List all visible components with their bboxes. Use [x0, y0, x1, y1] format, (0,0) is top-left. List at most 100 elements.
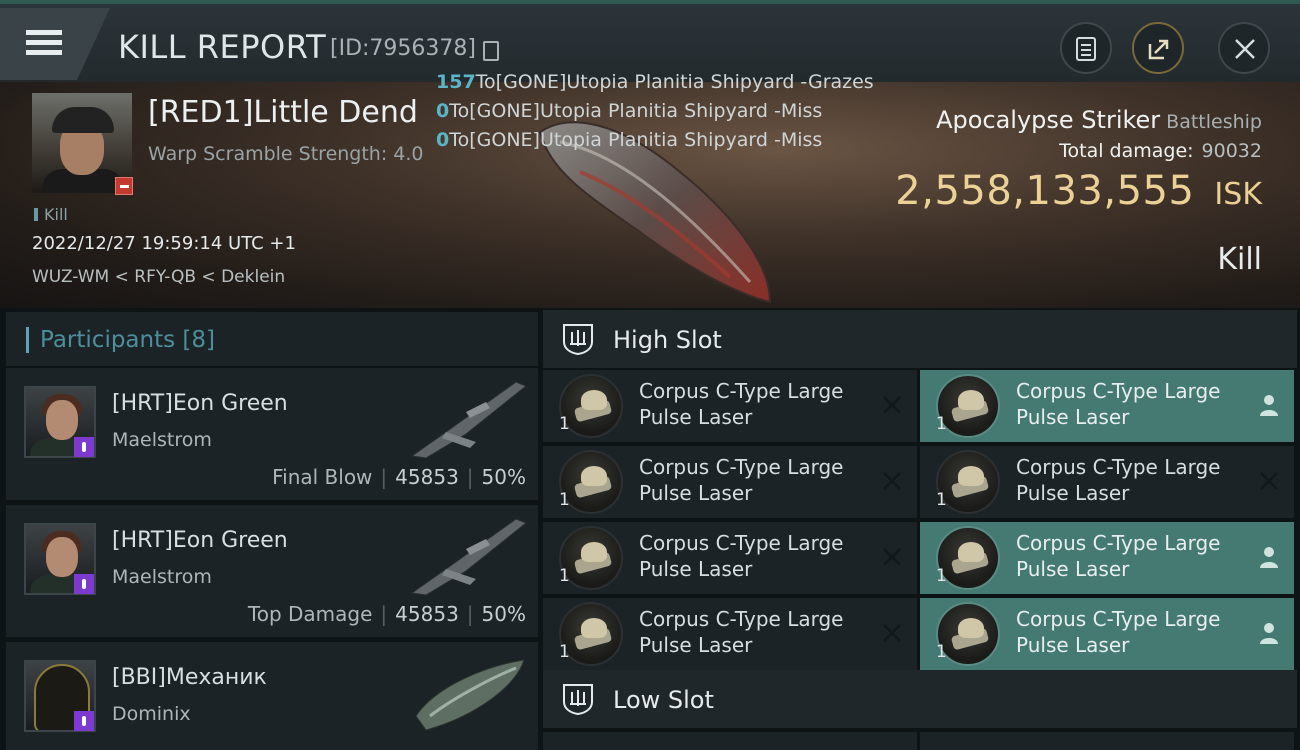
damage-log-entry: 0To[GONE]Utopia Planitia Shipyard -Miss — [436, 100, 823, 122]
close-button[interactable] — [1218, 22, 1270, 74]
dropped-person-icon — [1260, 547, 1278, 568]
low-slot-icon — [563, 684, 593, 716]
participant-role: Final Blow — [272, 465, 373, 489]
participants-panel: Participants [8] [HRT]Eon Green Maelstro… — [0, 308, 540, 750]
participant-row[interactable]: [HRT]Eon Green Maelstrom Top Damage | 4585… — [6, 505, 538, 637]
dropped-person-icon — [1260, 623, 1278, 644]
high-slot-header: High Slot — [543, 310, 1297, 368]
pilot-badge-icon — [74, 437, 94, 457]
victim-ship-name[interactable]: Apocalypse Striker Battleship — [936, 106, 1262, 134]
module-tile[interactable]: 1 Corpus C-Type Large Pulse Laser — [543, 598, 917, 670]
module-name-line: Corpus C-Type Large — [1016, 455, 1221, 479]
participant-row[interactable]: [BBI]Механик Dominix — [6, 642, 538, 750]
stats-separator: | — [466, 465, 474, 489]
participant-damage: 45853 — [395, 465, 459, 489]
participant-stats: Top Damage | 45853 | 50% — [248, 602, 526, 626]
participant-ship: Maelstrom — [112, 566, 212, 588]
destroyed-x-icon — [883, 548, 901, 566]
participants-count: [8] — [182, 327, 216, 353]
clipboard-button[interactable] — [1060, 22, 1112, 74]
kill-marker-icon — [34, 208, 38, 221]
module-name: Corpus C-Type Large Pulse Laser — [639, 530, 879, 582]
stats-separator: | — [380, 465, 388, 489]
close-icon — [1235, 39, 1255, 59]
destroyed-x-icon — [883, 624, 901, 642]
module-name-line: Pulse Laser — [639, 405, 753, 429]
menu-button[interactable] — [0, 8, 110, 80]
maelstrom-ship-icon — [410, 381, 527, 459]
module-quantity: 1 — [559, 642, 570, 662]
module-quantity: 1 — [559, 566, 570, 586]
victim-name[interactable]: [RED1]Little Dend — [148, 95, 418, 130]
participant-name: [BBI]Механик — [112, 665, 267, 690]
module-name: Corpus C-Type Large Pulse Laser — [1016, 378, 1256, 430]
high-slot-icon — [563, 324, 593, 356]
module-name: Corpus C-Type Large Pulse Laser — [1016, 606, 1256, 658]
ship-type-label: Apocalypse Striker — [936, 106, 1161, 134]
maelstrom-ship-icon — [410, 518, 527, 596]
participant-name: [HRT]Eon Green — [112, 528, 288, 553]
low-slot-header: Low Slot — [543, 670, 1297, 728]
menu-icon — [26, 30, 62, 60]
module-tile[interactable]: 1 Corpus C-Type Large Pulse Laser — [920, 598, 1294, 670]
dominix-ship-icon — [415, 659, 525, 731]
destroyed-x-icon — [883, 396, 901, 414]
participant-percent: 50% — [481, 602, 526, 626]
ship-class-label: Battleship — [1166, 111, 1262, 133]
module-name: Corpus C-Type Large Pulse Laser — [639, 606, 879, 658]
total-damage-label: Total damage: — [1059, 140, 1194, 162]
isk-unit: ISK — [1214, 177, 1262, 212]
module-name: Corpus C-Type Large Pulse Laser — [1016, 454, 1256, 506]
isk-amount: 2,558,133,555 — [895, 168, 1195, 214]
destroyed-x-icon — [883, 472, 901, 490]
pilot-badge-icon — [74, 711, 94, 731]
destroyed-x-icon — [1260, 472, 1278, 490]
copy-icon[interactable] — [483, 41, 499, 61]
module-name-line: Corpus C-Type Large — [639, 531, 844, 555]
participant-role: Top Damage — [247, 602, 373, 626]
isk-value: 2,558,133,555 ISK — [895, 168, 1262, 214]
fitting-panel: High Slot 1 Corpus C-Type Large Pulse Lase… — [540, 308, 1300, 750]
module-tile[interactable]: 1 Corpus C-Type Large Pulse Laser — [920, 446, 1294, 518]
kill-location[interactable]: WUZ-WM < RFY-QB < Deklein — [32, 267, 285, 287]
total-damage: Total damage: 90032 — [1059, 140, 1262, 162]
module-name-line: Pulse Laser — [639, 481, 753, 505]
kill-id: [ID:7956378] — [330, 36, 476, 61]
module-name-line: Pulse Laser — [1016, 633, 1130, 657]
module-name: Corpus C-Type Large Pulse Laser — [1016, 530, 1256, 582]
share-button[interactable] — [1132, 22, 1184, 74]
module-tile[interactable] — [543, 732, 917, 750]
module-name-line: Pulse Laser — [1016, 481, 1130, 505]
participant-ship: Dominix — [112, 703, 191, 725]
clipboard-icon — [1076, 37, 1096, 61]
module-quantity: 1 — [559, 414, 570, 434]
module-tile[interactable] — [920, 732, 1294, 750]
participant-name: [HRT]Eon Green — [112, 391, 288, 416]
warp-scramble-strength: Warp Scramble Strength: 4.0 — [148, 143, 424, 165]
participants-header: Participants [8] — [6, 312, 538, 366]
module-tile[interactable]: 1 Corpus C-Type Large Pulse Laser — [920, 370, 1294, 442]
kill-summary: [RED1]Little Dend Warp Scramble Strength… — [0, 71, 1300, 308]
kill-datetime: 2022/12/27 19:59:14 UTC +1 — [32, 233, 296, 254]
participant-row[interactable]: [HRT]Eon Green Maelstrom Final Blow | 4585… — [6, 368, 538, 500]
kill-tag-label: Kill — [44, 205, 68, 224]
page-title: KILL REPORT — [118, 28, 327, 66]
module-tile[interactable]: 1 Corpus C-Type Large Pulse Laser — [543, 446, 917, 518]
module-name: Corpus C-Type Large Pulse Laser — [639, 378, 879, 430]
module-name-line: Pulse Laser — [639, 557, 753, 581]
module-name-line: Corpus C-Type Large — [1016, 607, 1221, 631]
damage-log: 157To[GONE]Utopia Planitia Shipyard -Gra… — [436, 68, 874, 155]
module-name-line: Corpus C-Type Large — [639, 607, 844, 631]
participant-percent: 50% — [481, 465, 526, 489]
module-tile[interactable]: 1 Corpus C-Type Large Pulse Laser — [543, 522, 917, 594]
module-name: Corpus C-Type Large Pulse Laser — [639, 454, 879, 506]
module-name-line: Corpus C-Type Large — [639, 379, 844, 403]
damage-log-entry: 0To[GONE]Utopia Planitia Shipyard -Miss — [436, 129, 823, 151]
module-tile[interactable]: 1 Corpus C-Type Large Pulse Laser — [543, 370, 917, 442]
module-tile[interactable]: 1 Corpus C-Type Large Pulse Laser — [920, 522, 1294, 594]
participants-title: Participants — [40, 327, 176, 353]
module-quantity: 1 — [936, 642, 947, 662]
module-quantity: 1 — [559, 490, 570, 510]
participant-stats: Final Blow | 45853 | 50% — [272, 465, 526, 489]
module-quantity: 1 — [936, 414, 947, 434]
